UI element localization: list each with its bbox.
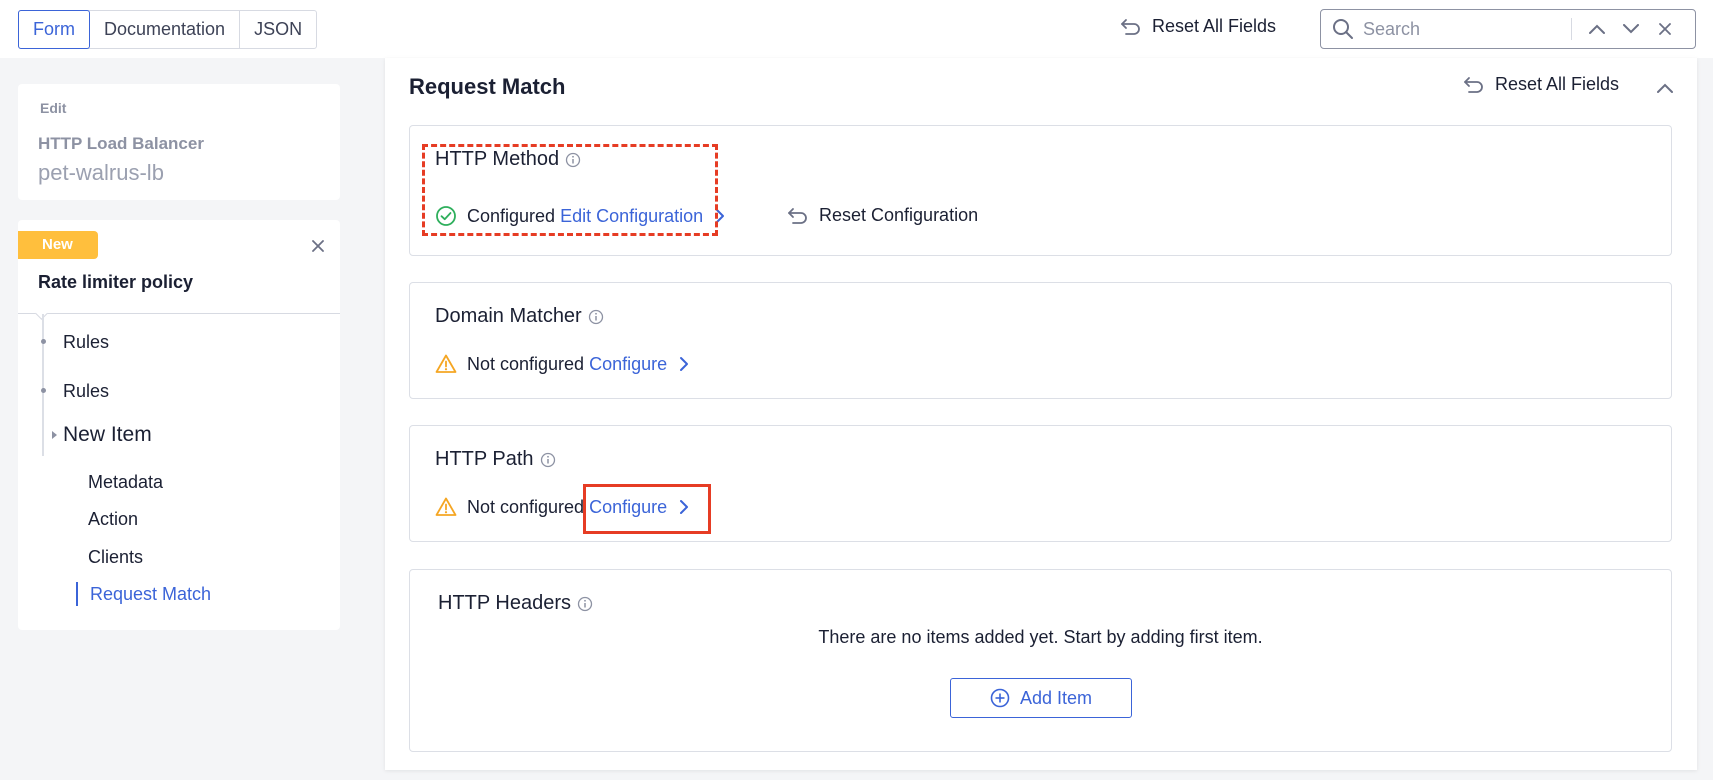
- http-path-title: HTTP Path: [435, 448, 556, 471]
- tree-item-rules[interactable]: Rules: [63, 332, 109, 353]
- http-method-section: HTTP Method Configured Edit Configuratio…: [409, 125, 1672, 256]
- close-navigator-button[interactable]: [306, 234, 330, 258]
- nav-item-action[interactable]: Action: [88, 509, 138, 530]
- reset-all-fields-label: Reset All Fields: [1152, 16, 1277, 36]
- status-text: Configured: [467, 205, 556, 226]
- http-path-status: Not configured Configure: [435, 496, 691, 518]
- tab-documentation[interactable]: Documentation: [90, 11, 241, 48]
- http-headers-section: HTTP Headers There are no items added ye…: [409, 569, 1672, 752]
- chevron-up-icon: [1589, 24, 1605, 34]
- add-item-button[interactable]: Add Item: [950, 678, 1132, 718]
- http-path-section: HTTP Path Not configured Configure: [409, 425, 1672, 542]
- edit-card: Edit HTTP Load Balancer pet-walrus-lb: [18, 84, 340, 200]
- policy-title: Rate limiter policy: [38, 272, 194, 292]
- reset-configuration-button[interactable]: Reset Configuration: [787, 205, 978, 226]
- reset-configuration-label: Reset Configuration: [819, 205, 979, 225]
- http-method-status: Configured Edit Configuration: [435, 205, 727, 227]
- chevron-right-icon[interactable]: [713, 207, 727, 225]
- nav-item-clients[interactable]: Clients: [88, 547, 143, 568]
- tree-line: [42, 314, 44, 456]
- edit-configuration-link[interactable]: Edit Configuration: [560, 206, 703, 227]
- domain-matcher-section: Domain Matcher Not configured Configure: [409, 282, 1672, 399]
- chevron-up-icon: [1657, 83, 1673, 93]
- search-input[interactable]: [1361, 17, 1561, 41]
- domain-matcher-title: Domain Matcher: [435, 305, 604, 328]
- add-item-label: Add Item: [1019, 687, 1093, 708]
- empty-message: There are no items added yet. Start by a…: [818, 627, 1263, 647]
- tree-dot: [41, 388, 46, 393]
- divider: [18, 313, 340, 314]
- undo-icon: [1464, 76, 1483, 93]
- main-panel: Request Match Reset All Fields HTTP Meth…: [385, 58, 1697, 770]
- search-box: [1320, 9, 1696, 49]
- section-title: Request Match: [409, 74, 566, 99]
- status-text: Not configured: [467, 353, 585, 374]
- chevron-right-icon[interactable]: [677, 498, 691, 516]
- info-icon[interactable]: [565, 152, 581, 168]
- close-icon: [312, 240, 324, 252]
- tab-json[interactable]: JSON: [240, 11, 316, 48]
- domain-matcher-label: Domain Matcher: [435, 305, 582, 327]
- warning-icon: [435, 497, 457, 516]
- search-divider: [1571, 18, 1572, 40]
- chevron-down-icon: [1623, 24, 1639, 34]
- reset-all-fields-button[interactable]: Reset All Fields: [1120, 16, 1276, 37]
- warning-icon: [435, 354, 457, 373]
- undo-icon: [1121, 18, 1140, 35]
- search-prev-button[interactable]: [1580, 12, 1614, 46]
- http-path-label: HTTP Path: [435, 448, 534, 470]
- plus-circle-icon: [990, 688, 1010, 708]
- info-icon[interactable]: [588, 309, 604, 325]
- object-type: HTTP Load Balancer: [38, 134, 204, 153]
- tree-dot: [41, 339, 46, 344]
- view-tabs: Form Documentation JSON: [18, 10, 318, 49]
- http-method-title: HTTP Method: [435, 148, 581, 171]
- configure-link[interactable]: Configure: [589, 354, 667, 375]
- http-headers-label: HTTP Headers: [438, 592, 572, 614]
- status-text: Not configured: [467, 496, 585, 517]
- reset-all-fields-label: Reset All Fields: [1495, 74, 1620, 94]
- tab-form[interactable]: Form: [18, 10, 90, 49]
- tree-arrow-icon: [52, 431, 57, 439]
- nav-item-request-match[interactable]: Request Match: [90, 584, 211, 605]
- top-bar: Form Documentation JSON Reset All Fields: [0, 0, 1713, 58]
- http-headers-title: HTTP Headers: [438, 592, 593, 615]
- reset-all-fields-button[interactable]: Reset All Fields: [1463, 74, 1619, 95]
- check-circle-icon: [436, 206, 456, 226]
- search-next-button[interactable]: [1614, 12, 1648, 46]
- undo-icon: [788, 207, 807, 224]
- http-method-label: HTTP Method: [435, 148, 560, 170]
- tree-item-rules[interactable]: Rules: [63, 381, 109, 402]
- chevron-right-icon[interactable]: [677, 355, 691, 373]
- collapse-button[interactable]: [1653, 76, 1677, 100]
- close-icon: [1659, 23, 1671, 35]
- form-navigator: New Rate limiter policy Rules Rules New …: [18, 220, 340, 630]
- configure-link[interactable]: Configure: [589, 497, 667, 518]
- nav-item-metadata[interactable]: Metadata: [88, 472, 163, 493]
- edit-label: Edit: [40, 100, 67, 116]
- object-name: pet-walrus-lb: [38, 160, 164, 185]
- info-icon[interactable]: [540, 452, 556, 468]
- active-indicator: [76, 582, 78, 606]
- tree-item-new-item[interactable]: New Item: [63, 423, 152, 447]
- search-clear-button[interactable]: [1648, 12, 1682, 46]
- domain-matcher-status: Not configured Configure: [435, 353, 691, 375]
- search-icon: [1333, 19, 1353, 39]
- new-badge: New: [18, 231, 98, 259]
- info-icon[interactable]: [577, 596, 593, 612]
